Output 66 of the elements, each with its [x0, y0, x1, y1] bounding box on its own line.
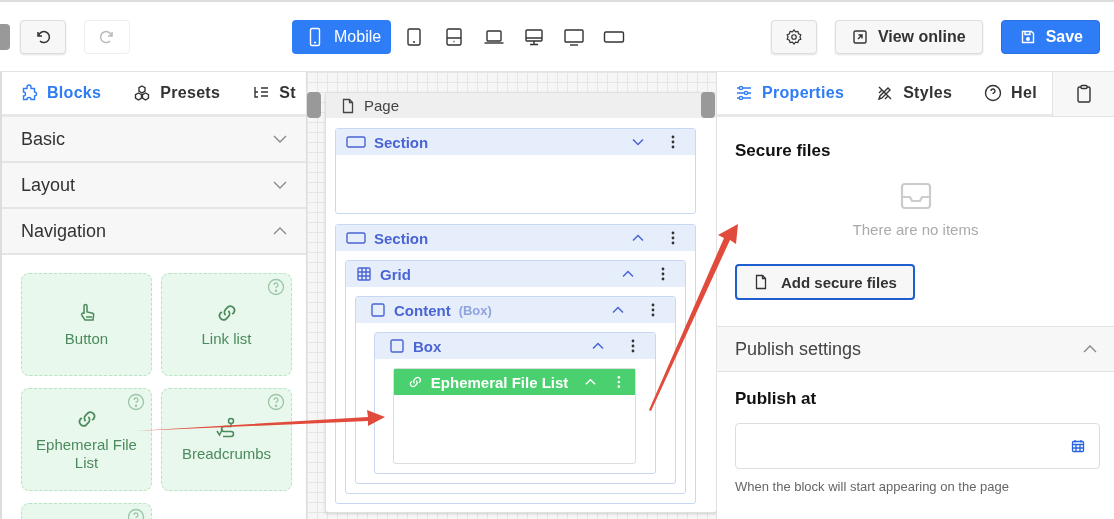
save-button[interactable]: Save	[1000, 19, 1100, 54]
add-secure-files-button[interactable]: Add secure files	[735, 264, 915, 300]
external-link-icon	[851, 28, 868, 45]
page-title: Page	[364, 97, 400, 114]
field-label: Publish at	[735, 389, 818, 409]
drag-handle[interactable]	[0, 24, 10, 50]
field-hint: When the block will start appearing on the page	[735, 479, 1010, 494]
accordion-header[interactable]: Publish settings	[717, 327, 1114, 372]
block-title: Content	[394, 301, 451, 319]
block-header[interactable]: Content (Box)	[356, 297, 675, 323]
block-header[interactable]: Grid	[346, 261, 685, 287]
settings-icon	[784, 27, 803, 46]
drag-handle[interactable]	[307, 92, 321, 118]
file-icon	[340, 97, 356, 114]
drag-handle[interactable]	[701, 92, 715, 118]
inbox-icon	[898, 181, 933, 211]
block-name: Link list	[200, 329, 253, 348]
square-icon	[370, 302, 386, 318]
undo-button[interactable]	[20, 19, 66, 54]
category-header[interactable]: Layout	[2, 163, 306, 209]
section-icon	[346, 230, 366, 246]
more-icon[interactable]	[671, 231, 675, 245]
help-icon	[984, 84, 1003, 102]
cubes-icon	[133, 84, 152, 102]
clipboard-icon	[1074, 84, 1093, 104]
block-header[interactable]: Box	[375, 333, 655, 359]
section-title: Secure files	[735, 141, 832, 161]
empty-message: There are no items	[852, 221, 979, 238]
category-title: Basic	[21, 128, 65, 150]
view-online-button[interactable]: View online	[834, 19, 983, 54]
link-icon	[408, 374, 423, 390]
more-icon[interactable]	[661, 267, 665, 281]
block-title: Box	[413, 337, 442, 355]
more-icon[interactable]	[631, 339, 635, 353]
block-type-label: (Box)	[458, 302, 492, 318]
device-button[interactable]: Mobile	[292, 19, 392, 54]
block-title: Grid	[380, 265, 411, 283]
date-field[interactable]	[735, 423, 1100, 469]
sliders-icon	[735, 84, 753, 102]
more-icon[interactable]	[651, 303, 655, 317]
block-title: Section	[374, 133, 429, 151]
block-name: Ephemeral File List	[35, 436, 138, 471]
category-header[interactable]: Navigation	[2, 209, 306, 255]
puzzle-icon	[20, 84, 38, 102]
file-icon	[753, 274, 769, 290]
section-icon	[346, 134, 366, 150]
category-header[interactable]: Basic	[2, 117, 306, 163]
block-card[interactable]: Ephemeral File List	[21, 388, 152, 491]
block-title: Ephemeral File List	[430, 373, 569, 391]
block-card[interactable]: Breadcrumbs	[161, 388, 292, 491]
block-title: Section	[374, 229, 429, 247]
clipboard-button[interactable]	[1052, 72, 1114, 117]
accordion-title: Publish settings	[735, 338, 862, 360]
block-name: Breadcrumbs	[180, 444, 273, 463]
block-card[interactable]: Button	[21, 273, 152, 376]
settings-button[interactable]	[770, 19, 817, 54]
square-icon	[389, 338, 405, 354]
category-title: Layout	[21, 174, 76, 196]
block-name: Button	[63, 329, 110, 348]
calendar-icon[interactable]	[1071, 439, 1085, 453]
category-title: Navigation	[21, 220, 107, 242]
grid-icon	[356, 266, 372, 282]
block-header[interactable]: Section	[336, 225, 695, 251]
block-header[interactable]: Section	[336, 129, 695, 155]
block-card[interactable]: Link list	[161, 273, 292, 376]
more-icon[interactable]	[671, 135, 675, 149]
